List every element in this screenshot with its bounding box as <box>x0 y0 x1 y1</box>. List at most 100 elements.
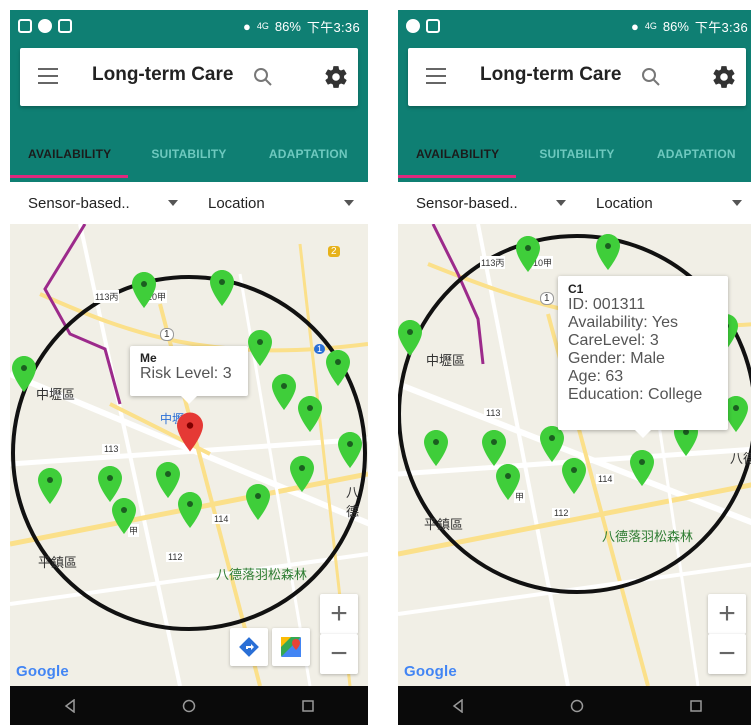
caregiver-pin[interactable] <box>132 272 156 308</box>
search-card: Long-term Care <box>408 48 746 106</box>
callout-education: Education: College <box>568 386 703 403</box>
caregiver-pin[interactable] <box>326 350 350 386</box>
zoom-out-button[interactable]: − <box>320 634 358 674</box>
caregiver-pin[interactable] <box>98 466 122 502</box>
recents-icon[interactable] <box>301 699 315 713</box>
android-nav-bar <box>10 686 368 725</box>
recents-icon[interactable] <box>689 699 703 713</box>
zoom-out-button[interactable]: − <box>708 634 746 674</box>
signal-network-label: 4G <box>256 21 269 31</box>
directions-icon <box>239 637 259 657</box>
caregiver-pin-selected[interactable] <box>630 450 654 486</box>
callout-gender: Gender: Male <box>568 350 665 367</box>
home-icon[interactable] <box>570 699 584 713</box>
my-location-callout: Me Risk Level: 3 <box>130 346 248 404</box>
tab-adaptation[interactable]: ADAPTATION <box>249 134 368 182</box>
caregiver-pin[interactable] <box>156 462 180 498</box>
map-view[interactable]: 113丙 10甲 1 2 1 中壢區 中壢市 113 114 112 甲 平鎮區… <box>10 224 368 686</box>
map-label-forest: 八德落羽松森林 <box>602 529 694 544</box>
map-label-road-113: 113 <box>484 408 503 418</box>
app-notification-icon <box>426 19 440 33</box>
callout-age: Age: 63 <box>568 368 624 385</box>
caregiver-pin[interactable] <box>540 426 564 462</box>
back-icon[interactable] <box>451 698 465 713</box>
clock: 下午3:36 <box>694 19 748 35</box>
circle-notification-icon <box>406 19 420 33</box>
search-icon[interactable] <box>252 66 274 88</box>
map-view[interactable]: 113丙 10甲 1 中壢區 113 114 112 甲 平鎮區 八德落羽松森林… <box>398 224 751 686</box>
caregiver-pin[interactable] <box>424 430 448 466</box>
caregiver-pin[interactable] <box>178 492 202 528</box>
tab-suitability[interactable]: SUITABILITY <box>129 134 248 182</box>
caregiver-pin[interactable] <box>596 234 620 270</box>
caregiver-pin[interactable] <box>112 498 136 534</box>
map-label-bade: 八德 <box>730 451 751 466</box>
settings-gear-icon[interactable] <box>323 64 349 90</box>
location-icon: ● <box>630 18 639 34</box>
battery-percent: 86% <box>662 18 689 34</box>
map-base <box>10 224 368 686</box>
callout-availability: Availability: Yes <box>568 314 678 331</box>
caregiver-pin[interactable] <box>398 320 422 356</box>
map-shield-2: 2 <box>328 246 340 257</box>
zoom-in-button[interactable]: + <box>320 594 358 634</box>
view-dropdown[interactable]: Location <box>190 182 368 224</box>
source-dropdown[interactable]: Sensor-based.. <box>10 182 190 224</box>
app-title: Long-term Care <box>480 64 622 85</box>
view-dropdown[interactable]: Location <box>578 182 751 224</box>
map-label-pingzhen-district: 平鎮區 <box>424 517 464 532</box>
caregiver-pin[interactable] <box>210 270 234 306</box>
open-maps-button[interactable] <box>272 628 310 666</box>
menu-icon[interactable] <box>38 68 58 84</box>
caregiver-pin[interactable] <box>38 468 62 504</box>
caregiver-pin[interactable] <box>298 396 322 432</box>
my-location-pin[interactable] <box>177 412 203 452</box>
dropdown-arrow-icon <box>556 200 566 206</box>
caregiver-pin[interactable] <box>338 432 362 468</box>
google-logo: Google <box>404 663 457 680</box>
caregiver-pin[interactable] <box>12 356 36 392</box>
clock: 下午3:36 <box>306 19 360 35</box>
zoom-in-button[interactable]: + <box>708 594 746 634</box>
map-label-pingzhen-district: 平鎮區 <box>38 555 78 570</box>
map-shield-66: 1 <box>314 344 326 354</box>
app-notification-icon <box>58 19 72 33</box>
status-bar: ● 4G 86% 下午3:36 <box>10 10 368 42</box>
caregiver-pin[interactable] <box>482 430 506 466</box>
caregiver-pin[interactable] <box>248 330 272 366</box>
home-icon[interactable] <box>182 699 196 713</box>
tab-adaptation[interactable]: ADAPTATION <box>637 134 751 182</box>
settings-gear-icon[interactable] <box>711 64 737 90</box>
callout-id: ID: 001311 <box>568 296 646 313</box>
tab-indicator <box>10 175 128 178</box>
menu-icon[interactable] <box>426 68 446 84</box>
google-logo-text: Google <box>16 663 69 680</box>
view-dropdown-value: Location <box>208 194 265 212</box>
source-dropdown-value: Sensor-based.. <box>28 194 130 212</box>
caregiver-pin[interactable] <box>290 456 314 492</box>
search-card: Long-term Care <box>20 48 358 106</box>
tab-suitability[interactable]: SUITABILITY <box>517 134 636 182</box>
map-label-zhongli-district: 中壢區 <box>426 353 466 368</box>
caregiver-pin[interactable] <box>496 464 520 500</box>
signal-network-label: 4G <box>644 21 657 31</box>
view-dropdown-value: Location <box>596 194 653 212</box>
search-icon[interactable] <box>640 66 662 88</box>
filter-bar: Sensor-based.. Location <box>10 182 368 224</box>
map-label-zhongli-district: 中壢區 <box>36 387 76 402</box>
google-logo: Google <box>16 663 69 680</box>
app-title: Long-term Care <box>92 64 234 85</box>
google-logo-text: Google <box>404 663 457 680</box>
directions-button[interactable] <box>230 628 268 666</box>
caregiver-pin[interactable] <box>516 236 540 272</box>
android-nav-bar <box>398 686 751 725</box>
back-icon[interactable] <box>63 698 77 713</box>
map-label-road-112: 112 <box>552 508 571 518</box>
source-dropdown[interactable]: Sensor-based.. <box>398 182 578 224</box>
location-icon: ● <box>242 18 251 34</box>
caregiver-pin[interactable] <box>246 484 270 520</box>
callout-title: C1 <box>568 282 584 296</box>
caregiver-pin[interactable] <box>272 374 296 410</box>
phone-screen-right: ● 4G 86% 下午3:36 Long-term Care AVAILABIL… <box>398 10 751 725</box>
caregiver-pin[interactable] <box>562 458 586 494</box>
